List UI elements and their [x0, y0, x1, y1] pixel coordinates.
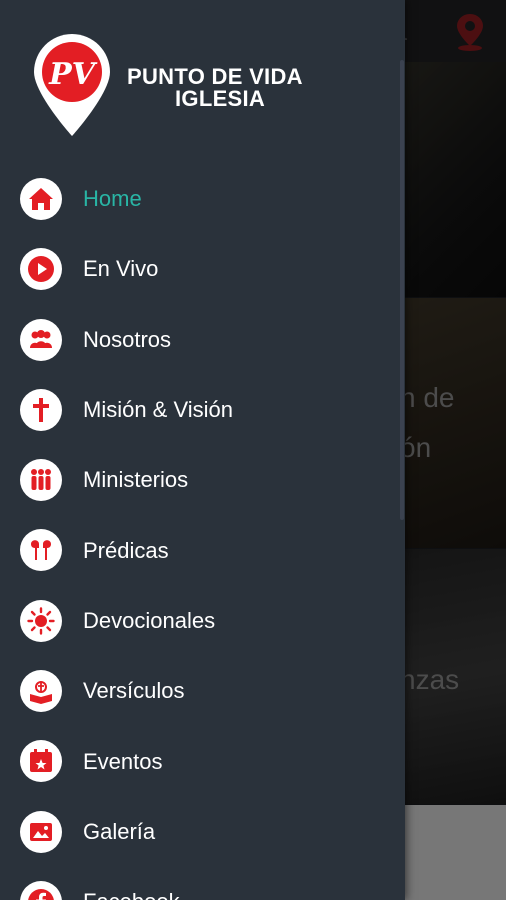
- sun-icon: [20, 599, 62, 642]
- menu-item-predicas[interactable]: Prédicas: [0, 515, 405, 585]
- menu-label-eventos: Eventos: [83, 748, 163, 774]
- calendar-icon: [20, 740, 62, 783]
- play-icon: [20, 248, 62, 291]
- menu-label-facebook: Facebook: [83, 889, 180, 900]
- group-icon: [20, 318, 62, 361]
- menu-item-ministerios[interactable]: Ministerios: [0, 445, 405, 515]
- people-icon: [20, 459, 62, 502]
- menu-label-ministerios: Ministerios: [83, 467, 189, 493]
- brand-line-2: IGLESIA: [175, 86, 266, 111]
- gallery-icon: [20, 810, 62, 853]
- menu-item-galeria[interactable]: Galería: [0, 797, 405, 867]
- brand-header: PV PUNTO DE VIDA IGLESIA: [32, 32, 322, 142]
- menu-item-devocionales[interactable]: Devocionales: [0, 586, 405, 656]
- menu-label-predicas: Prédicas: [83, 537, 169, 563]
- bible-icon: [20, 670, 62, 713]
- menu-label-en-vivo: En Vivo: [83, 256, 159, 282]
- menu-label-home: Home: [83, 186, 142, 212]
- drawer-menu: Home En Vivo Nosotros Misión & Visión Mi…: [0, 164, 405, 900]
- cross-icon: [20, 388, 62, 431]
- church-name: PUNTO DE VIDA IGLESIA: [127, 66, 303, 110]
- menu-label-mision-vision: Misión & Visión: [83, 397, 233, 423]
- menu-item-home[interactable]: Home: [0, 164, 405, 234]
- navigation-drawer: PV PUNTO DE VIDA IGLESIA Home En Vivo No…: [0, 0, 405, 900]
- menu-item-en-vivo[interactable]: En Vivo: [0, 234, 405, 304]
- earbuds-icon: [20, 529, 62, 572]
- menu-item-mision-vision[interactable]: Misión & Visión: [0, 375, 405, 445]
- menu-label-devocionales: Devocionales: [83, 607, 216, 633]
- menu-item-nosotros[interactable]: Nosotros: [0, 305, 405, 375]
- home-icon: [20, 178, 62, 220]
- facebook-icon: [20, 880, 62, 900]
- menu-item-eventos[interactable]: Eventos: [0, 726, 405, 796]
- menu-label-nosotros: Nosotros: [83, 326, 172, 352]
- menu-label-galeria: Galería: [83, 818, 156, 844]
- menu-label-versiculos: Versículos: [83, 678, 185, 704]
- menu-item-facebook[interactable]: Facebook: [0, 867, 405, 900]
- menu-item-versiculos[interactable]: Versículos: [0, 656, 405, 726]
- logo-letters: PV: [48, 57, 98, 92]
- drawer-scrim[interactable]: [405, 0, 506, 900]
- church-logo-icon: PV: [34, 34, 110, 136]
